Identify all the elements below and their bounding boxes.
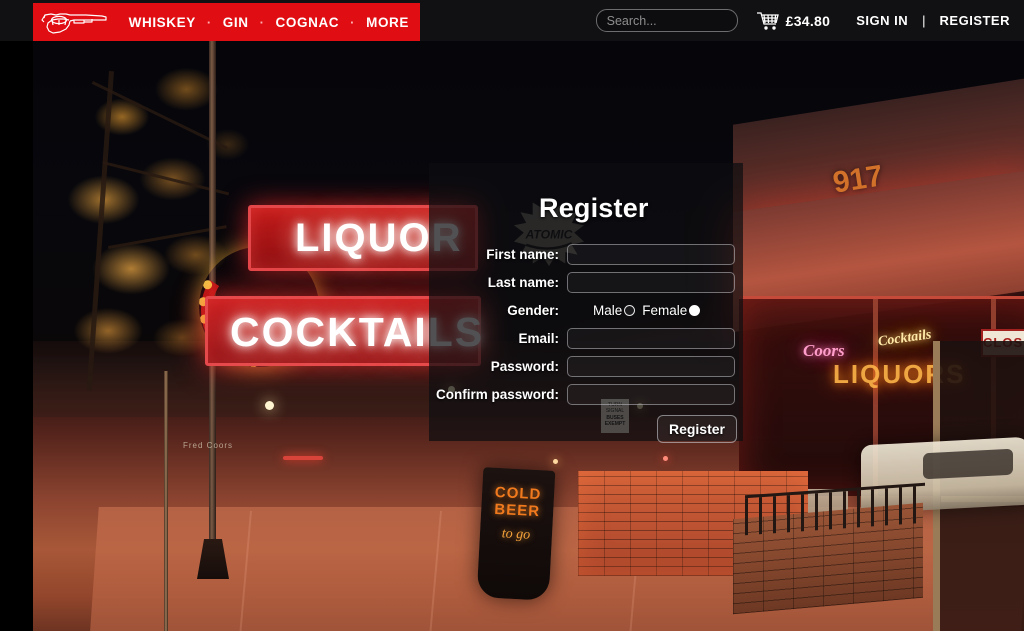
gender-female-radio[interactable]	[689, 304, 701, 316]
page-title: Register	[539, 193, 649, 223]
confirm-password-input[interactable]	[567, 383, 735, 405]
last-name-label: Last name:	[487, 274, 559, 290]
register-submit-button[interactable]: Register	[656, 415, 737, 443]
car-light	[553, 459, 558, 464]
distant-motel-sign: Fred Coors	[183, 441, 234, 450]
nav-right-group: £34.80 SIGN IN | REGISTER	[595, 0, 1024, 41]
cold-beer-line-1: COLD	[494, 483, 542, 504]
gender-male-radio[interactable]	[624, 304, 636, 316]
gender-option-female[interactable]: Female	[642, 302, 701, 318]
form-row-password: Password:	[429, 354, 743, 378]
confirm-password-label: Confirm password:	[435, 386, 559, 402]
password-label: Password:	[490, 358, 559, 374]
nav-link-cognac[interactable]: COGNAC	[265, 15, 351, 30]
email-label: Email:	[518, 330, 559, 346]
revolver-logo-icon[interactable]	[33, 9, 118, 35]
gender-label: Gender:	[507, 302, 559, 318]
cart-summary[interactable]: £34.80	[756, 11, 831, 31]
last-name-input[interactable]	[567, 271, 735, 293]
cold-beer-sign: COLD BEER to go	[476, 467, 556, 601]
register-link[interactable]: REGISTER	[940, 13, 1010, 28]
account-divider: |	[922, 13, 926, 28]
submit-row: Register	[429, 415, 743, 443]
primary-nav-red-bar: WHISKEY · GIN · COGNAC · MORE	[33, 3, 420, 41]
nav-link-more[interactable]: MORE	[355, 15, 420, 30]
gender-female-label: Female	[642, 302, 688, 318]
nav-link-whiskey[interactable]: WHISKEY	[118, 15, 207, 30]
cold-beer-line-3: to go	[501, 526, 531, 543]
password-input[interactable]	[567, 355, 735, 377]
search-input[interactable]	[595, 9, 738, 32]
nav-links: WHISKEY · GIN · COGNAC · MORE	[118, 15, 420, 30]
form-row-first-name: First name:	[429, 242, 743, 266]
form-row-confirm-password: Confirm password:	[429, 382, 743, 406]
car-light	[663, 456, 668, 461]
gender-option-male[interactable]: Male	[593, 302, 636, 318]
form-row-last-name: Last name:	[429, 270, 743, 294]
first-name-input[interactable]	[567, 243, 735, 265]
gender-options: Male Female	[567, 302, 701, 318]
neon-coors-text: Coors	[803, 341, 845, 360]
register-form: First name: Last name: Gender: Male Fema…	[429, 242, 743, 443]
revolver-icon	[41, 13, 107, 34]
register-panel: Register First name: Last name: Gender: …	[429, 163, 743, 443]
sign-in-link[interactable]: SIGN IN	[856, 13, 908, 28]
street-light	[265, 401, 274, 410]
cart-total-amount: £34.80	[785, 12, 831, 29]
van-window	[923, 448, 1013, 480]
email-input[interactable]	[567, 327, 735, 349]
first-name-label: First name:	[486, 246, 559, 262]
form-row-email: Email:	[429, 326, 743, 350]
page-root: LIQUOR COCKTAILS 917 LIQUORS Coors Cockt…	[0, 0, 1024, 631]
car-light	[283, 456, 323, 460]
account-links: SIGN IN | REGISTER	[856, 13, 1010, 28]
gender-male-label: Male	[593, 302, 623, 318]
top-navigation-bar: WHISKEY · GIN · COGNAC · MORE Search... …	[0, 0, 1024, 41]
form-row-gender: Gender: Male Female	[429, 298, 743, 322]
nav-link-gin[interactable]: GIN	[212, 15, 260, 30]
shopping-cart-icon	[756, 11, 779, 30]
sapling-tree	[164, 371, 168, 631]
